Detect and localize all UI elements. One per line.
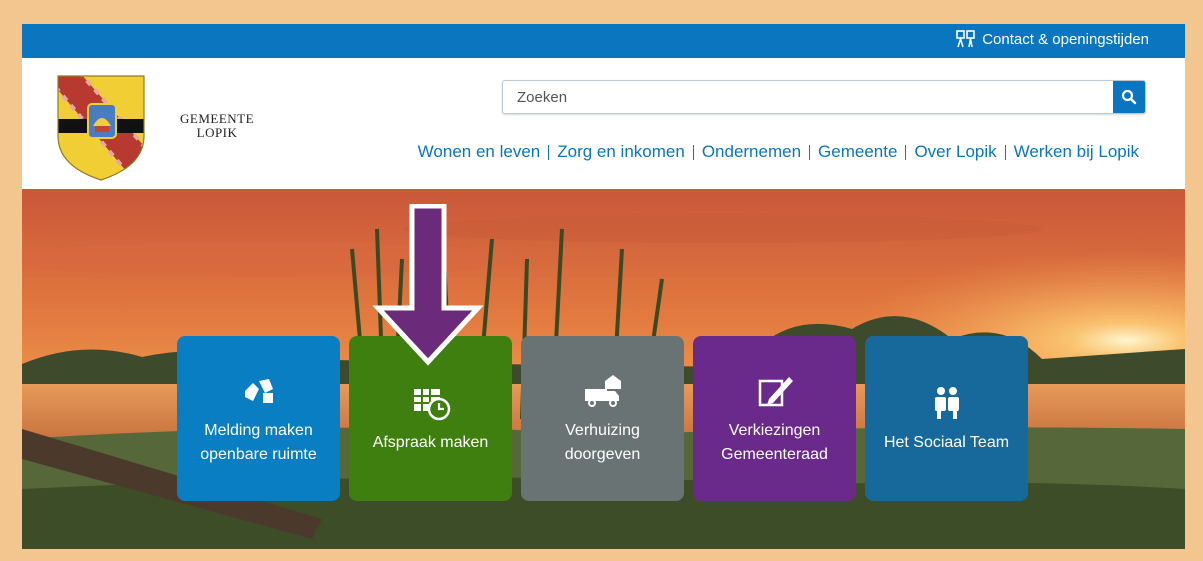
tile-melding-maken[interactable]: Melding maken openbare ruimte	[177, 336, 340, 501]
main-nav: Wonen en leven Zorg en inkomen Onderneme…	[418, 142, 1139, 162]
tile-label: Verkiezingen Gemeenteraad	[721, 421, 828, 463]
hero-banner: Melding maken openbare ruimte Afspraak m…	[22, 189, 1185, 549]
nav-item-ondernemen[interactable]: Ondernemen	[702, 142, 801, 162]
nav-item-wonen-en-leven[interactable]: Wonen en leven	[418, 142, 541, 162]
nav-item-zorg-en-inkomen[interactable]: Zorg en inkomen	[557, 142, 685, 162]
moving-truck-icon	[584, 374, 621, 407]
ballot-pencil-icon	[758, 376, 793, 406]
top-bar: Contact & openingstijden	[22, 24, 1185, 58]
nav-separator	[548, 144, 550, 160]
nav-item-gemeente[interactable]: Gemeente	[818, 142, 897, 162]
coat-of-arms-icon	[57, 75, 145, 181]
nav-separator	[809, 144, 811, 160]
people-icon	[956, 30, 976, 48]
quick-links: Melding maken openbare ruimte Afspraak m…	[177, 336, 1028, 501]
nav-item-over-lopik[interactable]: Over Lopik	[914, 142, 996, 162]
search-icon	[1121, 89, 1137, 105]
tile-verhuizing-doorgeven[interactable]: Verhuizing doorgeven	[521, 336, 684, 501]
search-bar	[502, 80, 1146, 114]
website-frame: Contact & openingstijden GEMEENTE LOPIK …	[22, 24, 1185, 549]
tile-label: Melding maken openbare ruimte	[200, 421, 317, 463]
tile-verkiezingen-gemeenteraad[interactable]: Verkiezingen Gemeenteraad	[693, 336, 856, 501]
tile-label: Afspraak maken	[372, 433, 489, 451]
logo-text: GEMEENTE LOPIK	[180, 112, 254, 140]
nav-separator	[1004, 144, 1006, 160]
nav-item-werken-bij-lopik[interactable]: Werken bij Lopik	[1014, 142, 1139, 162]
search-button[interactable]	[1113, 81, 1145, 113]
gemeente-logo[interactable]: GEMEENTE LOPIK	[54, 74, 254, 182]
search-input[interactable]	[503, 81, 1113, 113]
nav-separator	[905, 144, 907, 160]
contact-link[interactable]: Contact & openingstijden	[956, 30, 1149, 48]
team-icon	[934, 386, 959, 419]
logo-line-1: GEMEENTE	[180, 111, 255, 126]
report-icon	[244, 378, 273, 403]
nav-separator	[692, 144, 694, 160]
calendar-clock-icon	[413, 388, 450, 420]
logo-line-2: LOPIK	[196, 125, 238, 140]
contact-label: Contact & openingstijden	[982, 30, 1149, 48]
tile-label: Het Sociaal Team	[883, 433, 1010, 451]
tile-het-sociaal-team[interactable]: Het Sociaal Team	[865, 336, 1028, 501]
header: GEMEENTE LOPIK Wonen en leven Zorg en in…	[22, 58, 1185, 189]
down-arrow-icon	[372, 204, 484, 366]
tile-label: Verhuizing doorgeven	[564, 421, 641, 463]
